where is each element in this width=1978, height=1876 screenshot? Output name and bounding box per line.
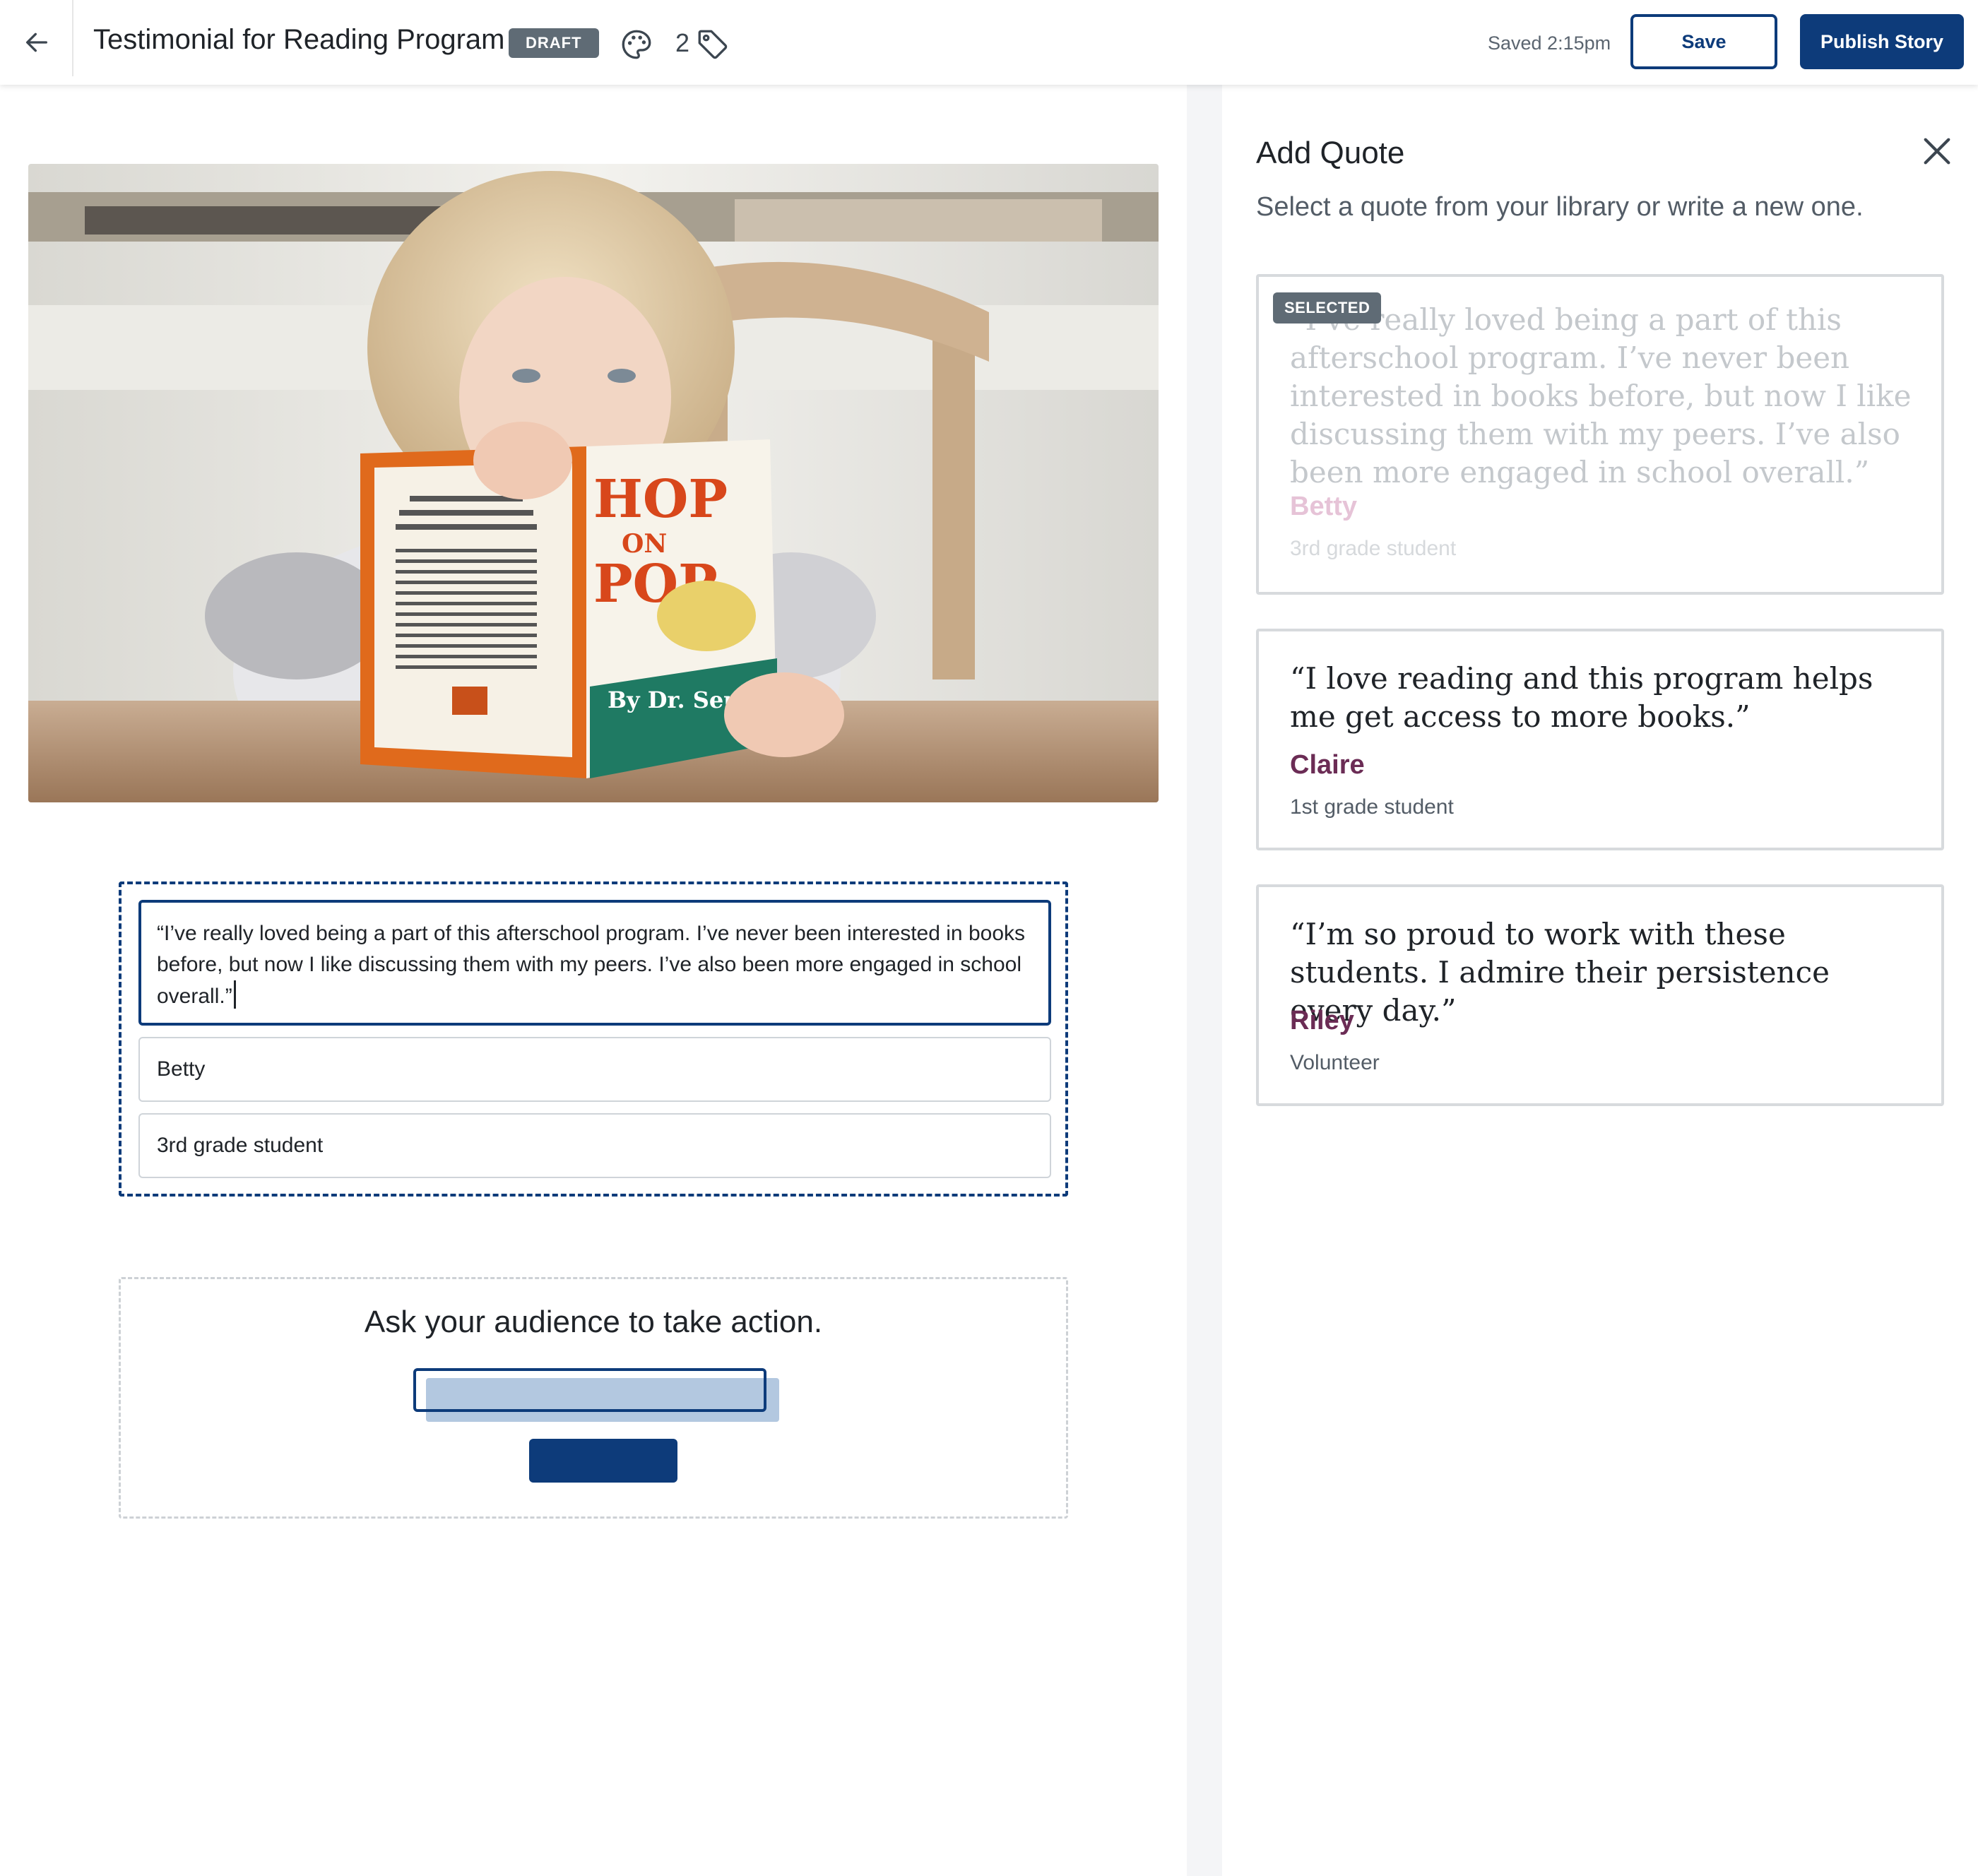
top-bar: Testimonial for Reading Program DRAFT 2 … [0,0,1978,85]
close-icon [1924,138,1950,165]
quote-name-value: Betty [157,1057,206,1081]
quote-card-role: 1st grade student [1290,795,1454,819]
quote-card-role: 3rd grade student [1290,537,1457,560]
quote-card-name: Betty [1290,492,1358,521]
quote-card-role: Volunteer [1290,1051,1380,1074]
photo-child-reading: HOP ON POP By Dr. Seuss [28,164,1159,802]
tag-count: 2 [675,28,690,57]
add-quote-panel: Add Quote Select a quote from your libra… [1222,85,1978,1876]
palette-icon [622,30,651,59]
quote-card-name: Claire [1290,750,1365,780]
theme-button[interactable] [619,27,654,62]
panel-title: Add Quote [1256,136,1405,170]
selected-badge: SELECTED [1273,292,1382,323]
cta-heading: Ask your audience to take action. [364,1305,823,1339]
quote-card-riley[interactable]: “I’m so proud to work with these student… [1256,884,1944,1106]
book-title-hop: HOP [593,469,728,530]
story-title[interactable]: Testimonial for Reading Program [93,24,504,56]
cta-input[interactable] [413,1368,766,1412]
story-editor: HOP ON POP By Dr. Seuss “I’ve really lov… [0,85,1187,1876]
quote-name-input[interactable]: Betty [138,1037,1051,1102]
quote-card-claire[interactable]: “I love reading and this program helps m… [1256,629,1944,850]
quote-card-text: “I’ve really loved being a part of this … [1290,302,1912,489]
tag-icon [698,30,728,59]
hero-image[interactable]: HOP ON POP By Dr. Seuss [28,164,1159,802]
quote-text-value: “I’ve really loved being a part of this … [157,922,1026,1008]
status-badge: DRAFT [509,28,599,58]
quote-text-input[interactable]: “I’ve really loved being a part of this … [138,900,1051,1026]
quote-block[interactable]: “I’ve really loved being a part of this … [119,881,1068,1197]
back-button[interactable] [14,17,59,68]
text-cursor [233,980,236,1009]
cta-button[interactable] [529,1439,677,1483]
saved-status: Saved 2:15pm [1488,32,1611,54]
close-panel-button[interactable] [1917,131,1957,171]
tags-button[interactable] [695,27,730,62]
call-to-action-block[interactable]: Ask your audience to take action. [119,1277,1068,1519]
quote-card-text: “I love reading and this program helps m… [1290,661,1873,734]
quote-card-betty[interactable]: SELECTED “I’ve really loved being a part… [1256,274,1944,595]
divider [72,0,73,76]
quote-role-input[interactable]: 3rd grade student [138,1113,1051,1178]
save-button[interactable]: Save [1630,14,1777,69]
publish-story-button[interactable]: Publish Story [1800,14,1964,69]
panel-gutter [1187,85,1222,1876]
quote-role-value: 3rd grade student [157,1134,324,1157]
quote-card-text: “I’m so proud to work with these student… [1290,917,1830,1028]
arrow-left-icon [26,32,48,52]
quote-card-name: Riley [1290,1006,1354,1035]
panel-subtitle: Select a quote from your library or writ… [1256,192,1864,222]
